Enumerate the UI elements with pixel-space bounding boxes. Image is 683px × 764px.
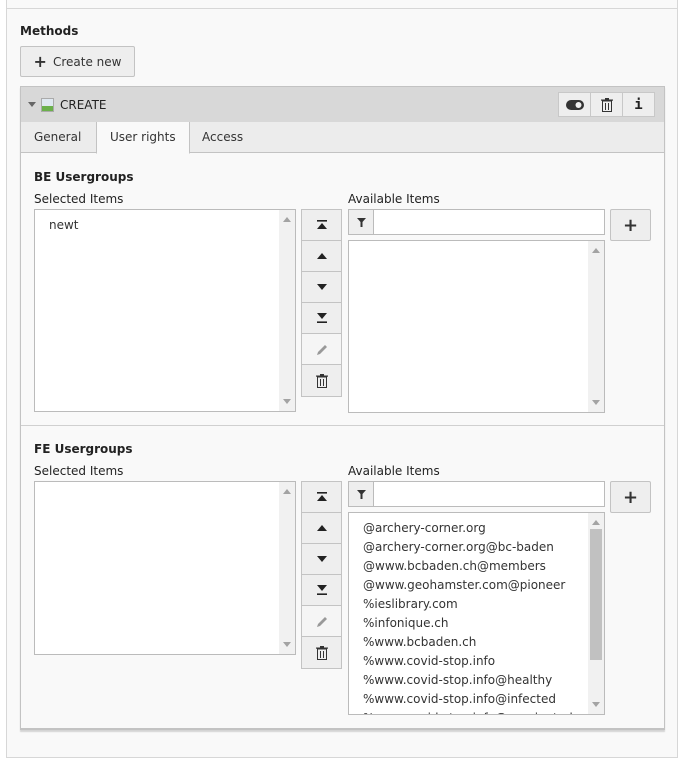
list-item[interactable]: %www.covid-stop.info@healthy — [363, 671, 573, 690]
list-item[interactable]: %ieslibrary.com — [363, 595, 573, 614]
scroll-up-icon[interactable] — [592, 520, 600, 525]
tab-access[interactable]: Access — [189, 122, 256, 154]
remove-button[interactable] — [302, 637, 341, 668]
scrollbar[interactable] — [279, 210, 295, 411]
move-up-icon — [316, 525, 327, 531]
scroll-up-icon[interactable] — [283, 489, 291, 494]
fe-item-actions — [301, 481, 342, 669]
list-item[interactable]: %www.covid-stop.info@infected — [363, 690, 573, 709]
toggle-icon — [565, 99, 584, 110]
move-down-button[interactable] — [302, 544, 341, 575]
be-selected-list[interactable]: newt — [34, 209, 296, 412]
list-item[interactable]: %www.bcbaden.ch — [363, 633, 573, 652]
be-filter[interactable] — [348, 209, 605, 235]
scroll-down-icon[interactable] — [283, 642, 291, 647]
be-available-list[interactable] — [348, 240, 605, 413]
pencil-icon — [316, 345, 327, 355]
move-to-top-button[interactable] — [302, 210, 341, 241]
filter-icon — [349, 210, 374, 234]
fe-selected-list[interactable] — [34, 481, 296, 655]
panel-title: CREATE — [60, 97, 107, 112]
info-icon: i — [634, 96, 643, 113]
list-item[interactable]: %www.covid-stop.info@vaccinated — [363, 709, 573, 714]
create-new-label: Create new — [52, 54, 122, 69]
delete-button[interactable] — [590, 92, 623, 117]
tab-user-rights[interactable]: User rights — [96, 122, 190, 154]
toggle-visibility-button[interactable] — [558, 92, 591, 117]
be-item-actions — [301, 209, 342, 397]
info-button[interactable]: i — [622, 92, 655, 117]
move-to-top-icon — [316, 220, 327, 229]
be-add-button[interactable]: + — [610, 209, 651, 241]
move-down-icon — [316, 284, 327, 290]
move-to-top-icon — [316, 492, 327, 501]
plus-icon: + — [33, 51, 47, 71]
filter-icon — [349, 482, 374, 506]
trash-icon — [315, 373, 328, 388]
list-item[interactable]: @archery-corner.org — [363, 519, 573, 538]
section-divider — [21, 425, 664, 426]
scrollbar[interactable] — [588, 241, 604, 412]
list-item[interactable]: newt — [49, 216, 79, 235]
be-filter-input[interactable] — [374, 210, 604, 234]
pencil-icon — [316, 617, 327, 627]
move-to-bottom-button[interactable] — [302, 303, 341, 334]
fe-available-list[interactable]: @archery-corner.org @archery-corner.org@b… — [348, 512, 605, 715]
trash-icon — [315, 645, 328, 660]
scrollbar-thumb[interactable] — [590, 529, 602, 660]
move-down-icon — [316, 556, 327, 562]
trash-icon — [600, 97, 613, 112]
form-container: Methods + Create new CREATE i General Us… — [6, 0, 678, 758]
list-item[interactable]: @archery-corner.org@bc-baden — [363, 538, 573, 557]
list-item[interactable]: %www.covid-stop.info — [363, 652, 573, 671]
list-item[interactable]: %infonique.ch — [363, 614, 573, 633]
list-item[interactable]: @www.geohamster.com@pioneer — [363, 576, 573, 595]
move-up-button[interactable] — [302, 513, 341, 544]
tab-content: BE Usergroups Selected Items newt Availa… — [20, 153, 665, 729]
method-panel: CREATE i General User rights Access BE U… — [20, 86, 665, 730]
fe-usergroups-title: FE Usergroups — [34, 442, 133, 456]
move-down-button[interactable] — [302, 272, 341, 303]
scrollbar[interactable] — [279, 482, 295, 654]
scrollbar[interactable] — [588, 513, 604, 714]
scroll-up-icon[interactable] — [283, 217, 291, 222]
remove-button[interactable] — [302, 365, 341, 396]
fe-add-button[interactable]: + — [610, 481, 651, 513]
be-available-label: Available Items — [348, 192, 440, 206]
divider — [7, 8, 677, 9]
scroll-down-icon[interactable] — [592, 702, 600, 707]
move-to-bottom-icon — [316, 585, 327, 595]
scroll-down-icon[interactable] — [592, 400, 600, 405]
panel-header[interactable]: CREATE i — [21, 87, 664, 122]
scroll-down-icon[interactable] — [283, 399, 291, 404]
move-up-button[interactable] — [302, 241, 341, 272]
tab-general[interactable]: General — [21, 122, 94, 154]
scroll-up-icon[interactable] — [592, 248, 600, 253]
edit-button[interactable] — [302, 334, 341, 365]
be-usergroups-title: BE Usergroups — [34, 170, 134, 184]
edit-button[interactable] — [302, 606, 341, 637]
tabs-bar: General User rights Access — [21, 122, 664, 154]
record-image-icon — [41, 97, 54, 112]
fe-filter-input[interactable] — [374, 482, 604, 506]
create-new-button[interactable]: + Create new — [20, 46, 135, 77]
move-to-bottom-icon — [316, 313, 327, 323]
fe-selected-label: Selected Items — [34, 464, 124, 478]
fe-filter[interactable] — [348, 481, 605, 507]
collapse-caret-icon[interactable] — [28, 102, 36, 107]
be-selected-label: Selected Items — [34, 192, 124, 206]
methods-title: Methods — [20, 24, 79, 38]
move-to-top-button[interactable] — [302, 482, 341, 513]
move-up-icon — [316, 253, 327, 259]
list-item[interactable]: @www.bcbaden.ch@members — [363, 557, 573, 576]
move-to-bottom-button[interactable] — [302, 575, 341, 606]
fe-available-label: Available Items — [348, 464, 440, 478]
